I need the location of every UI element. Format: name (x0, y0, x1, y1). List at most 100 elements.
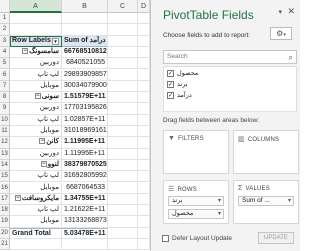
row-header[interactable]: 14 (0, 159, 10, 172)
empty-cell[interactable] (138, 92, 150, 104)
row-header[interactable]: 18 (0, 205, 10, 217)
row-header[interactable]: 12 (0, 137, 10, 149)
row-header[interactable]: 19 (0, 216, 10, 228)
pivot-value-cell[interactable] (62, 13, 108, 25)
pivot-row-label[interactable]: − سونی (10, 92, 62, 104)
values-area[interactable]: Σ VALUES Sum of ... ▾ (233, 180, 299, 224)
row-header[interactable]: 3 (0, 35, 10, 47)
pivot-value-cell[interactable]: 66768510812 (62, 46, 108, 59)
empty-cell[interactable] (108, 46, 138, 59)
field-item-brand[interactable]: ✓ برند (167, 80, 188, 90)
select-all-corner[interactable] (0, 0, 10, 13)
spreadsheet-grid[interactable]: A B C D 1 2 3 Row Labels ▾ Sum of درآمد 4− سامس… (0, 0, 150, 251)
defer-layout-update[interactable]: Defer Layout Update (162, 234, 232, 244)
row-header[interactable]: 4 (0, 46, 10, 59)
pivot-value-cell[interactable]: Sum of درآمد (62, 35, 108, 47)
pivot-value-cell[interactable]: 6687064533 (62, 182, 108, 194)
empty-cell[interactable] (138, 80, 150, 93)
empty-cell[interactable] (108, 69, 138, 81)
close-icon[interactable]: ✕ (287, 6, 295, 17)
search-icon[interactable]: ⌕ (289, 52, 293, 64)
field-item-revenue[interactable]: ✓ درآمد (167, 91, 192, 101)
columns-area[interactable]: ▥ COLUMNS (233, 130, 299, 174)
pivot-row-label[interactable]: Row Labels ▾ (10, 35, 62, 47)
pivot-row-label[interactable]: موبایل (10, 216, 62, 228)
row-header[interactable]: 6 (0, 69, 10, 81)
pivot-value-cell[interactable]: 1.21622E+11 (62, 205, 108, 217)
collapse-toggle-icon[interactable]: − (40, 161, 47, 168)
rows-field-pill[interactable]: محصول ▾ (168, 209, 224, 219)
pivot-value-cell[interactable]: 30034079900 (62, 80, 108, 93)
pivot-row-label[interactable]: لپ تاپ (10, 69, 62, 81)
field-item-product[interactable]: ✓ محصول (167, 69, 198, 79)
empty-cell[interactable] (138, 137, 150, 149)
empty-cell[interactable] (108, 171, 138, 183)
empty-cell[interactable] (138, 182, 150, 194)
gear-icon[interactable]: ⚙▾ (270, 27, 292, 40)
row-header[interactable]: 2 (0, 24, 10, 36)
collapse-toggle-icon[interactable]: − (34, 93, 41, 100)
empty-cell[interactable] (108, 193, 138, 206)
empty-cell[interactable] (138, 216, 150, 228)
pivot-row-label[interactable]: موبایل (10, 182, 62, 194)
row-header[interactable]: 20 (0, 227, 10, 239)
field-checkbox[interactable]: ✓ (167, 69, 174, 77)
pivot-value-cell[interactable]: 1.02857E+11 (62, 114, 108, 126)
empty-cell[interactable] (138, 69, 150, 81)
row-header[interactable]: 15 (0, 171, 10, 183)
dropdown-arrow-icon[interactable]: ▾ (288, 197, 291, 205)
pivot-row-label[interactable]: لپ تاپ (10, 114, 62, 126)
empty-cell[interactable] (138, 35, 150, 47)
pivot-value-cell[interactable]: 13133268873 (62, 216, 108, 228)
field-checkbox[interactable]: ✓ (167, 91, 174, 99)
empty-cell[interactable] (138, 24, 150, 36)
collapse-toggle-icon[interactable]: − (14, 194, 21, 201)
row-header[interactable]: 21 (0, 239, 10, 251)
empty-cell[interactable] (138, 13, 150, 25)
row-header[interactable]: 11 (0, 126, 10, 138)
empty-cell[interactable] (138, 193, 150, 206)
empty-cell[interactable] (138, 148, 150, 160)
empty-cell[interactable] (108, 103, 138, 115)
pivot-row-label[interactable]: − کانن (10, 137, 62, 149)
empty-cell[interactable] (108, 182, 138, 194)
column-header-a[interactable]: A (10, 0, 62, 13)
empty-cell[interactable] (138, 227, 150, 239)
column-header-c[interactable]: C (108, 0, 138, 13)
empty-cell[interactable] (138, 171, 150, 183)
pivot-row-label[interactable]: Grand Total (10, 227, 62, 239)
pivot-value-cell[interactable]: 29893909857 (62, 69, 108, 81)
pivot-value-cell[interactable]: 17703195826 (62, 103, 108, 115)
pivot-row-label[interactable] (10, 239, 62, 251)
pivot-value-cell[interactable]: 31018969161 (62, 126, 108, 138)
pivot-row-label[interactable]: − سامسونگ (10, 46, 62, 59)
column-header-d[interactable]: D (138, 0, 150, 13)
field-checkbox[interactable]: ✓ (167, 80, 174, 88)
pivot-row-label[interactable]: موبایل (10, 126, 62, 138)
row-header[interactable]: 8 (0, 92, 10, 104)
pivot-value-cell[interactable]: 1.51579E+11 (62, 92, 108, 104)
empty-cell[interactable] (108, 159, 138, 172)
rows-field-pill[interactable]: برند ▾ (168, 196, 224, 206)
column-header-b[interactable]: B (62, 0, 108, 13)
empty-cell[interactable] (108, 13, 138, 25)
empty-cell[interactable] (138, 239, 150, 251)
empty-cell[interactable] (138, 114, 150, 126)
empty-cell[interactable] (108, 24, 138, 36)
rows-area[interactable]: ☰ ROWS برند ▾ محصول ▾ (163, 180, 229, 224)
empty-cell[interactable] (108, 227, 138, 239)
pivot-row-label[interactable]: − لنوو (10, 159, 62, 172)
row-header[interactable]: 13 (0, 148, 10, 160)
pivot-value-cell[interactable] (62, 239, 108, 251)
pivot-row-label[interactable]: لپ تاپ (10, 171, 62, 183)
empty-cell[interactable] (108, 216, 138, 228)
defer-checkbox[interactable] (162, 234, 169, 242)
pivot-value-cell[interactable]: 1.11995E+11 (62, 148, 108, 160)
empty-cell[interactable] (138, 126, 150, 138)
pivot-value-cell[interactable] (62, 24, 108, 36)
pivot-value-cell[interactable]: 38379870525 (62, 159, 108, 172)
chevron-down-icon[interactable]: ▾ (278, 8, 282, 16)
empty-cell[interactable] (138, 103, 150, 115)
dropdown-arrow-icon[interactable]: ▾ (218, 197, 221, 205)
values-field-pill[interactable]: Sum of ... ▾ (238, 196, 294, 206)
